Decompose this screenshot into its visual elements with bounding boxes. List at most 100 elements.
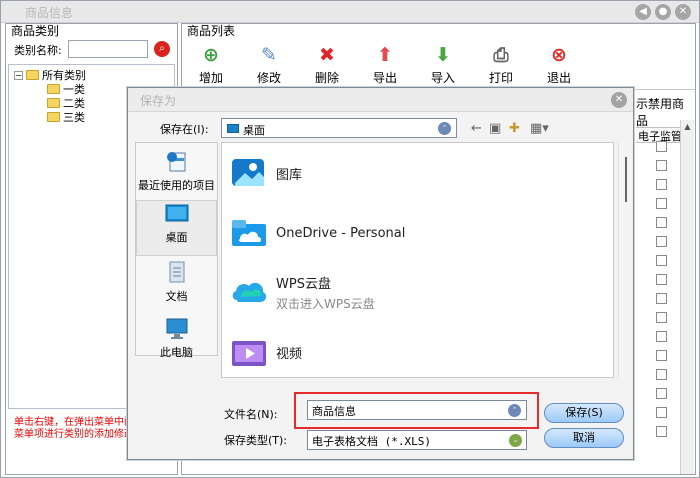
file-name: 图库 [276, 167, 303, 183]
export-button[interactable]: ⬆ 导出 [356, 40, 414, 90]
import-icon: ⬇ [435, 44, 451, 66]
folder-icon [47, 112, 60, 122]
row-checkbox[interactable] [656, 217, 667, 228]
save-location-select[interactable]: 桌面 ⌃ [221, 118, 457, 138]
search-icon[interactable]: ⌕ [154, 41, 170, 57]
row-checkbox[interactable] [656, 388, 667, 399]
row-checkbox[interactable] [656, 407, 667, 418]
save-button[interactable]: 保存(S) [544, 403, 624, 423]
filetype-select[interactable]: 电子表格文档 (*.XLS) ⌄ [307, 430, 527, 450]
row-checkbox[interactable] [656, 274, 667, 285]
up-folder-icon[interactable]: ▣ [489, 121, 501, 136]
delete-label: 删除 [314, 71, 339, 85]
scroll-thumb[interactable] [625, 157, 627, 202]
recent-items-icon [166, 152, 185, 172]
row-checkbox[interactable] [656, 350, 667, 361]
dialog-close-icon[interactable]: ✕ [611, 92, 627, 108]
file-list: 图库 OneDrive - Personal WPS云盘 双击进入WPS云盘 视… [221, 142, 614, 378]
file-item-gallery[interactable]: 图库 [230, 155, 302, 191]
edit-button[interactable]: ✎ 修改 [240, 40, 298, 90]
row-checkbox[interactable] [656, 331, 667, 342]
view-menu-icon[interactable]: ▦▾ [530, 121, 549, 136]
file-list-scrollbar[interactable] [618, 142, 632, 378]
place-this-pc[interactable]: 此电脑 [136, 316, 217, 359]
printer-icon: ⎙ [493, 44, 509, 66]
file-item-wps-cloud[interactable]: WPS云盘 双击进入WPS云盘 [230, 274, 375, 311]
product-toolbar: ⊕ 增加 ✎ 修改 ✖ 删除 ⬆ 导出 ⬇ 导入 ⎙ 打印 ⊗ 退出 [182, 40, 695, 90]
add-icon: ⊕ [203, 44, 219, 66]
folder-icon [47, 84, 60, 94]
video-folder-icon [232, 341, 266, 366]
print-label: 打印 [488, 71, 513, 85]
place-recent-items[interactable]: 最近使用的项目 [136, 149, 217, 192]
main-titlebar: 商品信息 ◀ ● ✕ [1, 1, 699, 23]
row-checkbox[interactable] [656, 141, 667, 152]
file-item-videos[interactable]: 视频 [230, 334, 302, 370]
exit-icon: ⊗ [551, 44, 567, 66]
place-desktop-label: 桌面 [165, 231, 188, 244]
filetype-label: 保存类型(T): [224, 434, 288, 447]
save-as-dialog: 保存为 ✕ 保存在(I): 桌面 ⌃ ← ▣ ✚ ▦▾ 最近使用的项目 桌面 文… [127, 87, 634, 460]
delete-icon: ✖ [319, 44, 335, 66]
print-button[interactable]: ⎙ 打印 [472, 40, 530, 90]
row-checkbox[interactable] [656, 293, 667, 304]
tree-item-label: 三类 [63, 111, 85, 124]
new-folder-icon[interactable]: ✚ [509, 121, 520, 136]
save-as-titlebar: 保存为 ✕ [128, 88, 633, 112]
wps-cloud-icon [232, 282, 267, 302]
back-arrow-icon[interactable]: ← [471, 121, 482, 136]
places-sidebar: 最近使用的项目 桌面 文档 此电脑 [135, 142, 218, 359]
save-as-title: 保存为 [140, 94, 177, 108]
export-icon: ⬆ [377, 44, 393, 66]
place-documents-label: 文档 [165, 290, 188, 303]
file-item-onedrive[interactable]: OneDrive - Personal [230, 215, 405, 251]
product-list-scrollbar[interactable]: ▲ [680, 120, 694, 474]
maximize-button[interactable]: ● [655, 4, 671, 20]
onedrive-folder-icon [232, 220, 266, 246]
place-documents[interactable]: 文档 [136, 260, 217, 303]
document-icon [169, 261, 184, 283]
row-checkbox[interactable] [656, 179, 667, 190]
folder-icon [47, 98, 60, 108]
window-controls: ◀ ● ✕ [635, 4, 691, 20]
exit-button[interactable]: ⊗ 退出 [530, 40, 588, 90]
category-search-input[interactable] [68, 40, 148, 58]
save-location-label: 保存在(I): [160, 123, 209, 136]
filename-label: 文件名(N): [224, 408, 278, 421]
file-name: 视频 [276, 346, 303, 362]
export-label: 导出 [372, 71, 397, 85]
category-panel-title: 商品类别 [11, 24, 60, 38]
desktop-icon [227, 124, 239, 133]
place-desktop[interactable]: 桌面 [136, 200, 217, 256]
dropdown-icon[interactable]: ⌄ [509, 434, 522, 447]
file-name: OneDrive - Personal [276, 225, 406, 241]
filetype-value: 电子表格文档 (*.XLS) [312, 435, 431, 448]
edit-label: 修改 [256, 71, 281, 85]
delete-button[interactable]: ✖ 删除 [298, 40, 356, 90]
folder-icon [26, 70, 39, 80]
row-checkbox-column [656, 141, 668, 445]
minimize-button[interactable]: ◀ [635, 4, 651, 20]
scroll-up-icon[interactable]: ▲ [681, 120, 694, 133]
tree-item-class-3[interactable]: 三类 [47, 109, 85, 125]
computer-icon [166, 318, 187, 339]
category-search-label: 类别名称: [14, 44, 62, 57]
row-checkbox[interactable] [656, 160, 667, 171]
row-checkbox[interactable] [656, 255, 667, 266]
window-title: 商品信息 [25, 6, 74, 20]
collapse-icon[interactable]: − [14, 70, 23, 80]
add-label: 增加 [198, 71, 223, 85]
close-button[interactable]: ✕ [675, 4, 691, 20]
dropdown-icon[interactable]: ⌃ [438, 122, 451, 135]
product-list-title: 商品列表 [187, 24, 236, 38]
filename-highlight [294, 392, 539, 429]
import-label: 导入 [430, 71, 455, 85]
row-checkbox[interactable] [656, 426, 667, 437]
row-checkbox[interactable] [656, 369, 667, 380]
row-checkbox[interactable] [656, 198, 667, 209]
row-checkbox[interactable] [656, 312, 667, 323]
cancel-button[interactable]: 取消 [544, 428, 624, 448]
row-checkbox[interactable] [656, 236, 667, 247]
import-button[interactable]: ⬇ 导入 [414, 40, 472, 90]
add-button[interactable]: ⊕ 增加 [182, 40, 240, 90]
